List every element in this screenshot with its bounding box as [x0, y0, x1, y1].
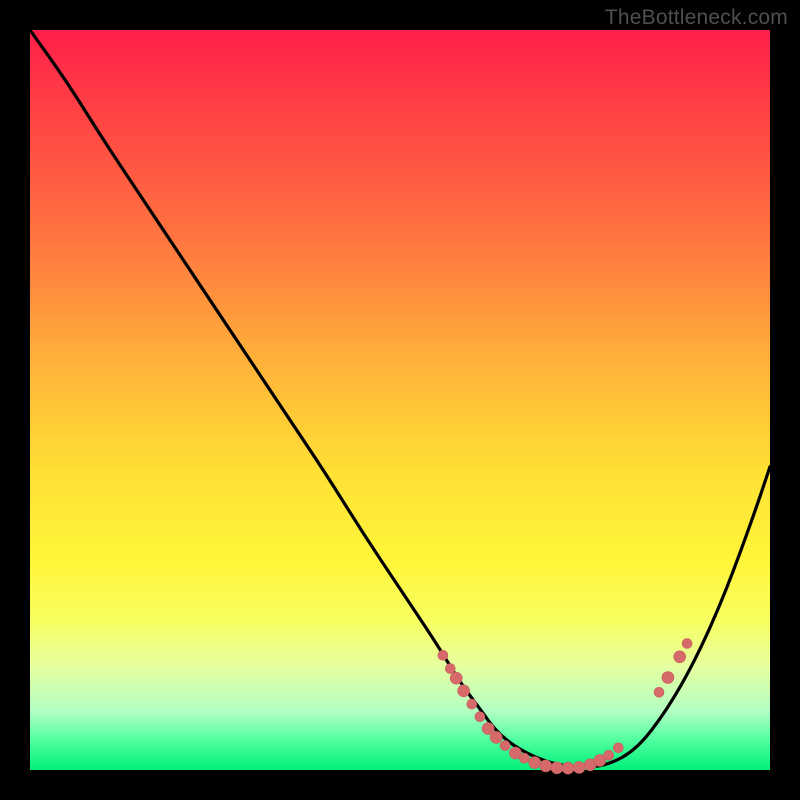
sample-point — [438, 650, 448, 660]
sample-point — [662, 672, 674, 684]
sample-point — [674, 651, 686, 663]
sample-point — [529, 757, 541, 769]
sample-point — [654, 687, 664, 697]
sample-point — [573, 761, 585, 773]
sample-point — [540, 760, 552, 772]
sample-point — [682, 639, 692, 649]
sample-point — [519, 753, 529, 763]
sample-point — [490, 731, 502, 743]
curve-layer — [30, 30, 770, 770]
sample-point — [551, 762, 563, 774]
chart-stage: TheBottleneck.com — [0, 0, 800, 800]
sample-point — [458, 685, 470, 697]
bottleneck-curve — [30, 30, 770, 767]
plot-area — [30, 30, 770, 770]
sample-point — [604, 750, 614, 760]
sample-point — [613, 743, 623, 753]
sample-point — [445, 664, 455, 674]
sample-point — [562, 762, 574, 774]
sample-point — [467, 699, 477, 709]
sample-point — [500, 741, 510, 751]
sample-point — [475, 712, 485, 722]
watermark-label: TheBottleneck.com — [605, 6, 788, 30]
sample-point — [450, 672, 462, 684]
sample-points-group — [438, 639, 692, 775]
